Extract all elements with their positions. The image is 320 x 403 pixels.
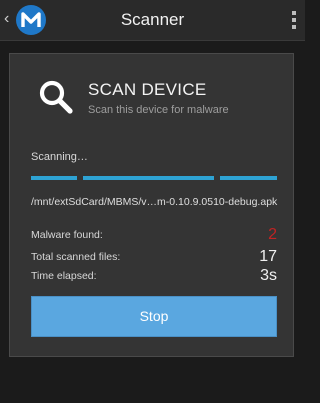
- scan-progress-bar: [31, 176, 277, 180]
- current-file-path: /mnt/extSdCard/MBMS/v…m-0.10.9.0510-debu…: [31, 196, 278, 208]
- overflow-menu-icon[interactable]: [291, 11, 297, 29]
- time-elapsed-value: 3s: [260, 267, 277, 284]
- progress-segment: [83, 176, 214, 180]
- progress-segment: [31, 176, 77, 180]
- scanned-files-count: 17: [259, 248, 277, 265]
- scan-subheading: Scan this device for malware: [88, 104, 229, 116]
- stat-label: Malware found:: [31, 229, 103, 241]
- stop-button[interactable]: Stop: [31, 296, 277, 337]
- stat-label: Total scanned files:: [31, 251, 121, 263]
- malware-count: 2: [268, 226, 277, 243]
- progress-segment: [220, 176, 277, 180]
- scan-card: SCAN DEVICE Scan this device for malware…: [9, 53, 294, 357]
- stat-row-total-scanned: Total scanned files: 17: [31, 248, 277, 266]
- stat-row-malware-found: Malware found: 2: [31, 226, 277, 244]
- screen-title: Scanner: [120, 10, 185, 29]
- stat-row-time-elapsed: Time elapsed: 3s: [31, 267, 277, 285]
- app-bar: ‹ Scanner: [0, 0, 305, 41]
- magnifier-icon: [39, 80, 73, 114]
- scan-status: Scanning…: [31, 151, 88, 163]
- stat-label: Time elapsed:: [31, 270, 97, 282]
- scan-heading: SCAN DEVICE: [88, 80, 207, 99]
